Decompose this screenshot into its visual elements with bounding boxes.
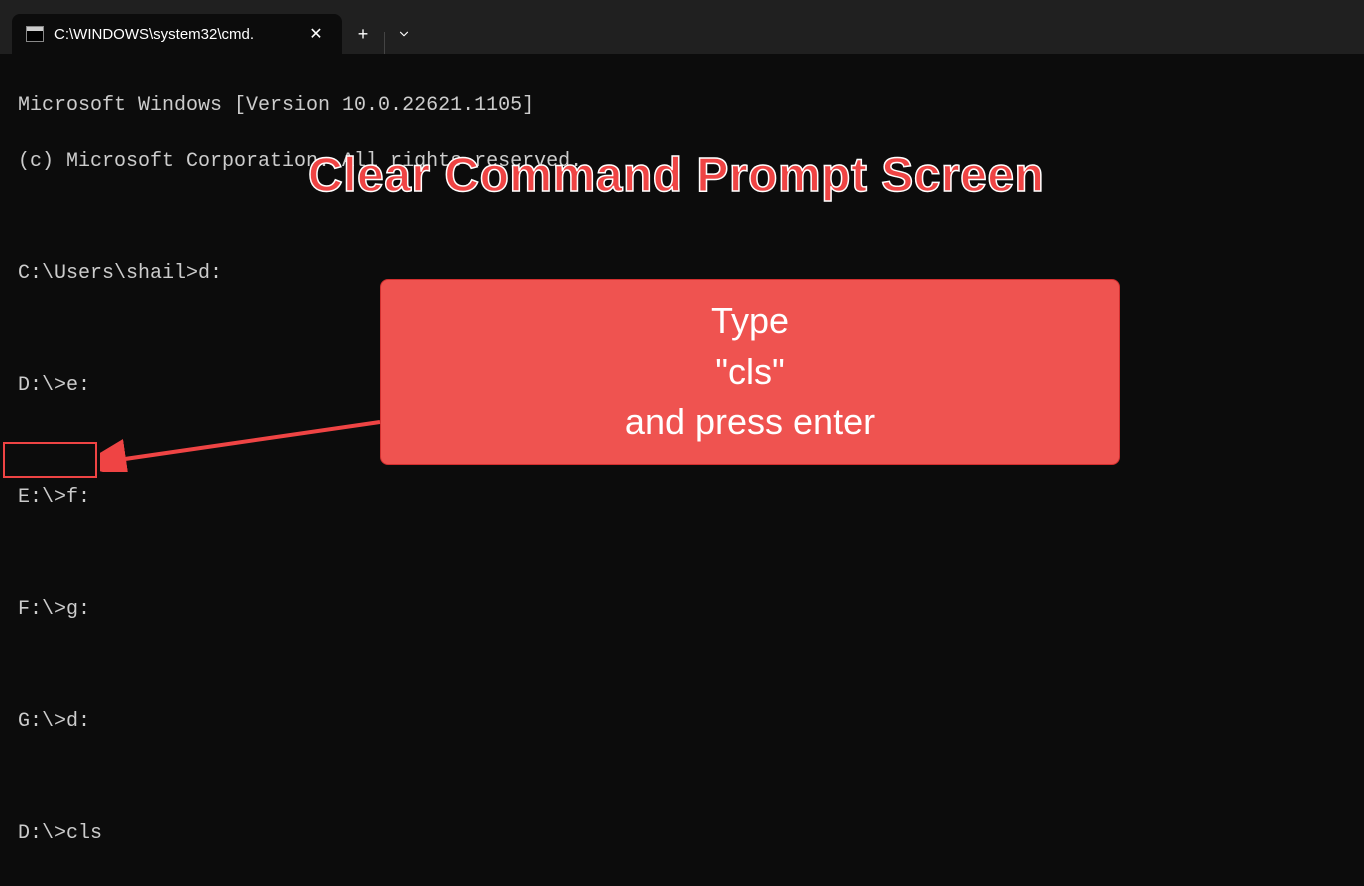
- terminal-line: [18, 204, 1346, 232]
- terminal-line: [18, 764, 1346, 792]
- annotation-line: Type: [711, 296, 789, 346]
- window-titlebar: C:\WINDOWS\system32\cmd. ✕ +: [0, 0, 1364, 54]
- close-icon[interactable]: ✕: [304, 22, 328, 46]
- annotation-line: and press enter: [625, 397, 875, 447]
- terminal-line: F:\>g:: [18, 596, 1346, 624]
- tab-title: C:\WINDOWS\system32\cmd.: [54, 26, 304, 43]
- annotation-title: Clear Command Prompt Screen: [308, 148, 1044, 203]
- tab-dropdown-button[interactable]: [385, 14, 423, 54]
- annotation-callout: Type "cls" and press enter: [380, 279, 1120, 465]
- new-tab-button[interactable]: +: [342, 14, 384, 54]
- terminal-line: [18, 652, 1346, 680]
- terminal-line: G:\>d:: [18, 708, 1346, 736]
- terminal-line: E:\>f:: [18, 484, 1346, 512]
- cmd-icon: [26, 26, 44, 42]
- terminal-line: Microsoft Windows [Version 10.0.22621.11…: [18, 92, 1346, 120]
- tab-cmd[interactable]: C:\WINDOWS\system32\cmd. ✕: [12, 14, 342, 54]
- terminal-line: D:\>cls: [18, 820, 1346, 848]
- highlight-box: [3, 442, 97, 478]
- chevron-down-icon: [397, 27, 411, 41]
- annotation-line: "cls": [715, 347, 785, 397]
- terminal-line: [18, 540, 1346, 568]
